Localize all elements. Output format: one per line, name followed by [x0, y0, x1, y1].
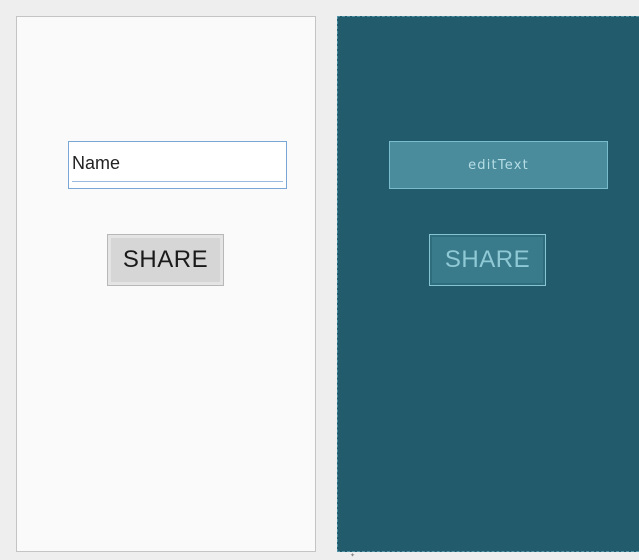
design-view-pane[interactable]: Name SHARE	[16, 16, 316, 552]
blueprint-edit-text[interactable]: editText	[389, 141, 608, 189]
name-edit-text[interactable]: Name	[68, 141, 287, 189]
edit-text-underline	[72, 181, 283, 182]
layout-editor-canvas: Name SHARE editText SHARE ✦	[0, 0, 639, 560]
share-button[interactable]: SHARE	[107, 234, 224, 286]
blueprint-view-pane[interactable]: editText SHARE	[337, 16, 639, 552]
name-edit-text-value: Name	[72, 153, 121, 173]
resize-handle-icon[interactable]: ✦	[350, 553, 356, 559]
blueprint-share-button[interactable]: SHARE	[429, 234, 546, 286]
